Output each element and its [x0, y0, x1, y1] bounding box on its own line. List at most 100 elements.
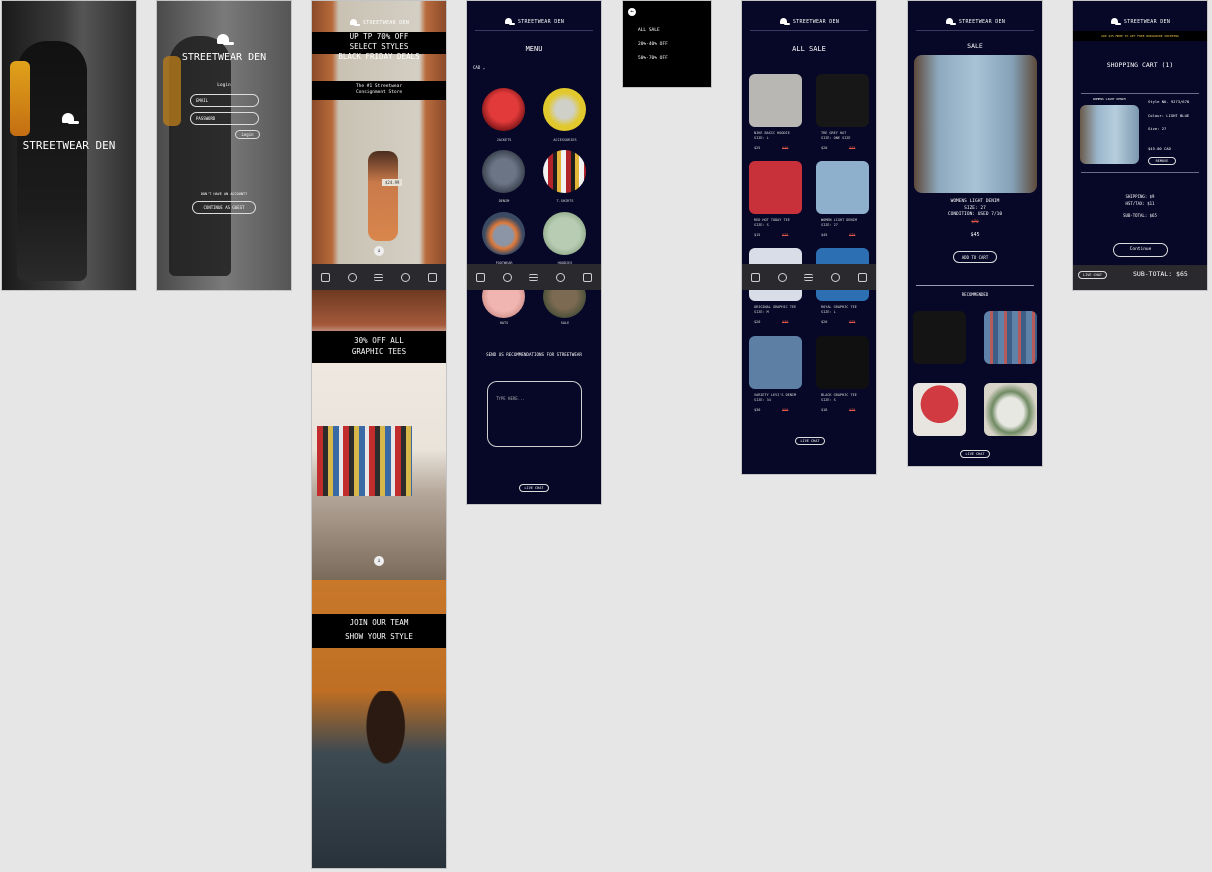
cart-icon[interactable]	[428, 272, 438, 282]
recommended-divider	[916, 285, 1034, 286]
cart-divider	[1081, 93, 1199, 94]
product-price: $20	[821, 146, 828, 150]
black-friday-banner[interactable]: UP TP 70% OFF SELECT STYLES BLACK FRIDAY…	[312, 32, 446, 61]
home-icon[interactable]	[750, 272, 760, 282]
cart-item-style: Style NO. 9273/678	[1148, 99, 1190, 104]
product-image[interactable]	[816, 336, 869, 389]
sale-dropdown: ← ALL SALE 20%-40% OFF 50%-70% OFF	[623, 1, 711, 87]
live-chat-button[interactable]: LIVE CHAT	[960, 450, 990, 458]
home-header: STREETWEAR DEN	[312, 19, 446, 26]
header-divider	[750, 30, 868, 31]
product-price: $45	[821, 233, 828, 237]
category-denim[interactable]	[482, 150, 525, 193]
cart-item-image[interactable]	[1080, 105, 1139, 164]
email-field[interactable]: EMAIL	[190, 94, 259, 107]
category-t-shirts[interactable]	[543, 150, 586, 193]
product-old-price: $30	[782, 320, 789, 324]
recommended-item[interactable]	[913, 311, 966, 364]
product-image[interactable]	[816, 74, 869, 127]
continue-button[interactable]: Continue	[1113, 243, 1168, 257]
remove-button[interactable]: REMOVE	[1148, 157, 1176, 165]
cap-icon	[1110, 18, 1121, 25]
product-price: $20	[821, 320, 828, 324]
category-hoodies[interactable]	[543, 212, 586, 255]
continue-as-guest-button[interactable]: CONTINUE AS GUEST	[192, 201, 256, 214]
cart-item-name: WOMENS LIGHT DENIM	[1093, 97, 1126, 101]
category-label: ACCESSORIES	[553, 138, 577, 142]
product-image[interactable]	[749, 336, 802, 389]
account-icon[interactable]	[556, 272, 566, 282]
free-shipping-banner: ADD $35 MORE TO GET FREE WORLDWIDE SHIPP…	[1073, 31, 1207, 41]
scroll-down-icon-2[interactable]: ↓	[374, 556, 384, 566]
product-price: $25	[754, 146, 761, 150]
team-figure	[312, 691, 446, 868]
banner3-line2: SHOW YOUR STYLE	[345, 632, 413, 641]
cart-item-size: Size: 27	[1148, 126, 1167, 131]
home-icon[interactable]	[320, 272, 330, 282]
cart-screen: STREETWEAR DEN ADD $35 MORE TO GET FREE …	[1073, 1, 1207, 290]
search-icon[interactable]	[347, 272, 357, 282]
brand-name: STREETWEAR DEN	[1123, 19, 1171, 25]
account-icon[interactable]	[401, 272, 411, 282]
category-label: DENIM	[498, 199, 510, 203]
recommended-item[interactable]	[913, 383, 966, 436]
live-chat-button[interactable]: LIVE CHAT	[795, 437, 825, 445]
add-to-cart-button[interactable]: ADD TO CART	[953, 251, 997, 263]
product-old-price: $25	[782, 233, 789, 237]
bottom-nav	[312, 264, 446, 290]
dropdown-item-all-sale[interactable]: ALL SALE	[638, 28, 660, 33]
cart-icon[interactable]	[858, 272, 868, 282]
home-figure	[368, 151, 398, 241]
dropdown-item-20-40[interactable]: 20%-40% OFF	[638, 42, 668, 47]
clothing-rack	[317, 426, 412, 496]
product-image[interactable]	[749, 161, 802, 214]
graphic-tees-banner[interactable]: 30% OFF ALL GRAPHIC TEES	[312, 331, 446, 363]
category-label: HATS	[499, 321, 509, 325]
header-divider	[916, 30, 1034, 31]
menu-title: MENU	[525, 45, 543, 53]
recommendation-textarea[interactable]: TYPE HERE...	[487, 381, 582, 447]
cap-icon	[214, 34, 234, 47]
recommended-item[interactable]	[984, 383, 1037, 436]
product-old-price: $40	[782, 146, 789, 150]
join-team-banner[interactable]: JOIN OUR TEAM SHOW YOUR STYLE	[312, 614, 446, 648]
product-price: $15	[754, 233, 761, 237]
cart-icon[interactable]	[583, 272, 593, 282]
brand-name: STREETWEAR DEN	[958, 19, 1006, 25]
subtotal: SUB-TOTAL: $65	[1123, 213, 1157, 218]
menu-icon[interactable]	[529, 273, 539, 281]
category-jackets[interactable]	[482, 88, 525, 131]
product-image[interactable]	[816, 161, 869, 214]
login-screen: STREETWEAR DEN Login EMAIL PASSWORD Logi…	[157, 1, 291, 290]
product-old-price: $70	[971, 219, 979, 224]
account-icon[interactable]	[831, 272, 841, 282]
dropdown-item-50-70[interactable]: 50%-70% OFF	[638, 56, 668, 61]
currency-select[interactable]: CAD ⌄	[473, 65, 485, 70]
live-chat-button[interactable]: LIVE CHAT	[1078, 271, 1107, 279]
scroll-down-icon[interactable]: ↓	[374, 246, 384, 256]
recommended-label: RECOMMENDED	[961, 292, 989, 297]
home-screen: STREETWEAR DEN UP TP 70% OFF SELECT STYL…	[312, 1, 446, 868]
home-icon[interactable]	[475, 272, 485, 282]
category-accessories[interactable]	[543, 88, 586, 131]
search-icon[interactable]	[777, 272, 787, 282]
splash-screen: STREETWEAR DEN	[2, 1, 136, 290]
category-footwear[interactable]	[482, 212, 525, 255]
banner1-line1: UP TP 70% OFF	[349, 32, 409, 41]
menu-icon[interactable]	[804, 273, 814, 281]
banner1-line2: SELECT STYLES	[349, 42, 409, 51]
recommended-item[interactable]	[984, 311, 1037, 364]
live-chat-button[interactable]: LIVE CHAT	[519, 484, 549, 492]
product-page-title: SALE	[967, 42, 983, 50]
tax-cost: HST/TAX: $11	[1125, 201, 1155, 206]
menu-icon[interactable]	[374, 273, 384, 281]
all-sale-title: ALL SALE	[792, 45, 826, 53]
product-condition: CONDITION: USED 7/10	[947, 212, 1003, 217]
tagline-line2: Consignment Store	[355, 89, 403, 95]
search-icon[interactable]	[502, 272, 512, 282]
back-arrow-icon[interactable]: ←	[628, 8, 636, 16]
login-button[interactable]: Login	[235, 130, 260, 139]
splash-logo	[2, 111, 136, 130]
password-field[interactable]: PASSWORD	[190, 112, 259, 125]
product-image[interactable]	[749, 74, 802, 127]
